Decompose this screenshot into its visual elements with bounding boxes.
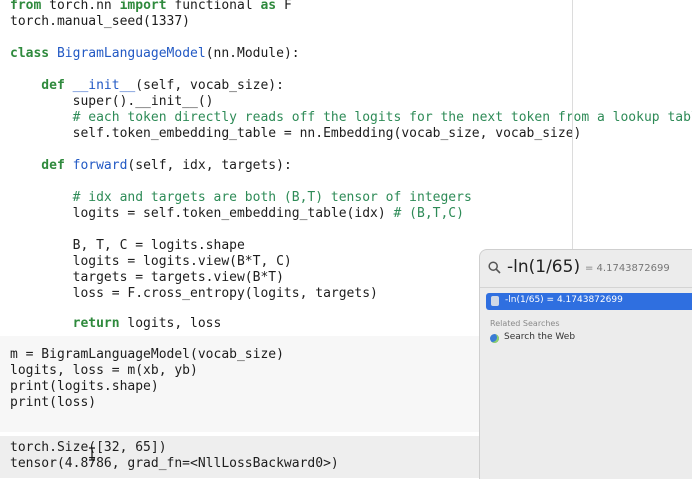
- code-line: def __init__(self, vocab_size):: [10, 78, 284, 93]
- output-line: tensor(4.8786, grad_fn=<NllLossBackward0…: [10, 456, 339, 471]
- search-web-label: Search the Web: [504, 332, 576, 342]
- top-hit-label: -ln(1/65) = 4.1743872699: [505, 295, 623, 305]
- code-line: m = BigramLanguageModel(vocab_size): [10, 347, 284, 362]
- code-line: return logits, loss: [10, 316, 222, 331]
- globe-icon: [490, 334, 499, 343]
- code-line: targets = targets.view(B*T): [10, 270, 284, 285]
- code-line: B, T, C = logits.shape: [10, 238, 245, 253]
- code-comment: # each token directly reads off the logi…: [10, 110, 692, 125]
- top-hit-calculator[interactable]: -ln(1/65) = 4.1743872699: [486, 293, 692, 310]
- spotlight-search-bar[interactable]: -ln(1/65) = 4.1743872699: [480, 250, 692, 288]
- column-ruler: [572, 0, 573, 250]
- text-cursor-icon: [89, 447, 95, 461]
- code-line: def forward(self, idx, targets):: [10, 158, 292, 173]
- spotlight-query[interactable]: -ln(1/65): [507, 257, 580, 277]
- section-title: Related Searches: [490, 319, 560, 328]
- code-line: from torch.nn import functional as F: [10, 0, 292, 13]
- divider: [480, 287, 692, 288]
- code-line: print(logits.shape): [10, 379, 159, 394]
- code-line: self.token_embedding_table = nn.Embeddin…: [10, 126, 582, 141]
- spotlight-panel[interactable]: -ln(1/65) = 4.1743872699 -ln(1/65) = 4.1…: [479, 249, 692, 479]
- code-line: torch.manual_seed(1337): [10, 14, 191, 29]
- code-comment: # idx and targets are both (B,T) tensor …: [10, 190, 472, 205]
- code-line: logits = logits.view(B*T, C): [10, 254, 292, 269]
- code-line: print(loss): [10, 395, 97, 410]
- calculator-icon: [491, 296, 499, 306]
- inline-result: = 4.1743872699: [585, 263, 670, 274]
- code-line: logits = self.token_embedding_table(idx)…: [10, 206, 464, 221]
- code-line: class BigramLanguageModel(nn.Module):: [10, 46, 300, 61]
- code-line: logits, loss = m(xb, yb): [10, 363, 198, 378]
- code-line: super().__init__(): [10, 94, 214, 109]
- search-icon: [488, 261, 501, 274]
- code-line: loss = F.cross_entropy(logits, targets): [10, 286, 378, 301]
